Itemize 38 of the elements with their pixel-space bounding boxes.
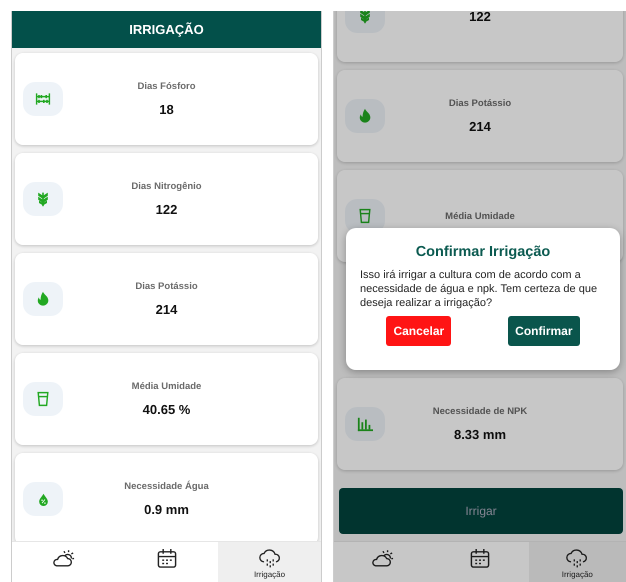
flame-icon [357,108,373,124]
bar-chart-icon [357,416,373,432]
header-title: IRRIGAÇÃO [129,22,204,37]
cloud-sun-icon [52,548,74,569]
stat-label: Necessidade de NPK [432,406,528,417]
cup-icon [35,391,51,407]
stat-label: Necessidade Água [124,481,209,492]
stat-value: 18 [159,102,174,117]
calendar-icon [156,548,178,569]
nav-tab[interactable]: Irrigação [528,542,626,582]
wheat-icon [357,11,373,24]
stat-label: Dias Fósforo [137,81,196,92]
cloud-rain-icon [566,548,588,569]
stat-value: 40.65 % [142,402,190,417]
dialog-title: Confirmar Irrigação [416,244,550,260]
cloud-sun-icon [372,548,394,569]
confirm-button[interactable]: Confirmar [508,316,580,346]
cloud-rain-icon [258,548,280,569]
abacus-icon [35,91,51,107]
nav-tab[interactable]: Irrigação [218,542,321,582]
water-drop-icon [38,492,48,506]
stat-value: 122 [156,202,178,217]
stat-label: Dias Potássio [448,98,512,109]
stat-value: 8.33 mm [454,427,506,442]
dialog-message: Isso irá irrigar a cultura com de acordo com a necessidade de água e npk. Tem certeza de que deseja realizar a irrigação? [360,268,598,310]
cancel-button[interactable]: Cancelar [386,316,452,346]
flame-icon [35,291,51,307]
stat-label: Média Umidade [445,210,515,222]
stat-value: 122 [469,11,491,24]
stat-label: Dias Nitrogênio [131,181,202,192]
cup-icon [357,208,373,224]
calendar-icon [468,548,491,569]
stat-label: Dias Potássio [135,281,198,292]
stat-value: 0.9 mm [144,502,189,517]
stat-value: 214 [156,302,178,317]
stat-value: 214 [469,119,491,134]
wheat-icon [35,191,51,207]
stat-label: Média Umidade [132,381,202,392]
